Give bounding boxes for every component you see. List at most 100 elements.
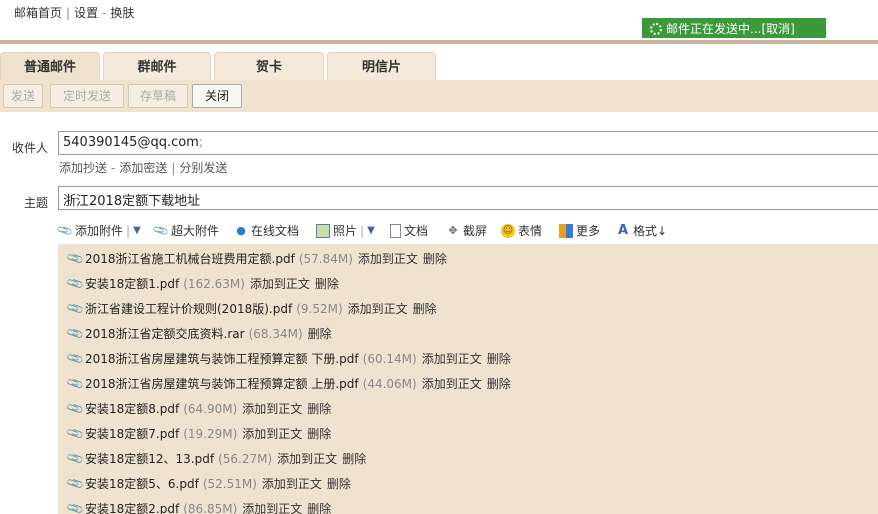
skin-link[interactable]: 换肤 xyxy=(110,6,134,20)
paperclip-icon: 📎 xyxy=(65,273,86,294)
more-button[interactable]: 更多 xyxy=(559,222,600,239)
add-attachment-button[interactable]: 📎 添加附件 | ▼ xyxy=(55,221,141,240)
delete-attachment-link[interactable]: 删除 xyxy=(327,477,351,491)
divider: | xyxy=(171,161,176,175)
tab-postcard[interactable]: 明信片 xyxy=(327,52,436,80)
paperclip-icon: 📎 xyxy=(151,221,170,240)
attachment-size: (56.27M) xyxy=(218,452,273,466)
cancel-send-link[interactable]: [取消] xyxy=(761,22,794,36)
chevron-down-icon[interactable]: ▼ xyxy=(133,225,141,236)
add-to-body-link[interactable]: 添加到正文 xyxy=(262,477,322,491)
attachment-name: 2018浙江省定额交底资料.rar xyxy=(85,327,245,341)
add-to-body-link[interactable]: 添加到正文 xyxy=(348,302,408,316)
recipient-field[interactable]: 540390145@qq.com; xyxy=(58,131,878,155)
attachment-name: 2018浙江省施工机械台班费用定额.pdf xyxy=(85,252,295,266)
add-cc-link[interactable]: 添加抄送 xyxy=(59,161,107,175)
add-attachment-label: 添加附件 xyxy=(75,224,124,238)
add-to-body-link[interactable]: 添加到正文 xyxy=(242,502,302,514)
share-icon: ● xyxy=(236,223,246,237)
attachment-size: (19.29M) xyxy=(183,427,238,441)
chevron-down-icon[interactable]: ▼ xyxy=(367,225,375,236)
delete-attachment-link[interactable]: 删除 xyxy=(307,402,331,416)
compose-toolbar: 发送 定时发送 存草稿 关闭 xyxy=(0,80,878,112)
recipient-value: 540390145@qq.com xyxy=(63,135,199,150)
font-format-icon: A xyxy=(617,222,629,238)
emoji-button[interactable]: ☺ 表情 xyxy=(501,222,542,239)
add-to-body-link[interactable]: 添加到正文 xyxy=(242,402,302,416)
tab-normal-mail[interactable]: 普通邮件 xyxy=(0,52,100,80)
more-label: 更多 xyxy=(576,224,601,238)
attachment-item: 📎浙江省建设工程计价规则(2018版).pdf (9.52M) 添加到正文 删除 xyxy=(58,297,437,322)
header-divider xyxy=(0,40,878,44)
add-to-body-link[interactable]: 添加到正文 xyxy=(422,377,482,391)
add-bcc-link[interactable]: 添加密送 xyxy=(119,161,167,175)
delete-attachment-link[interactable]: 删除 xyxy=(307,427,331,441)
screenshot-button[interactable]: ✥ 截屏 xyxy=(446,222,487,239)
attachment-size: (162.63M) xyxy=(183,277,245,291)
add-to-body-link[interactable]: 添加到正文 xyxy=(242,427,302,441)
divider: | xyxy=(66,6,71,20)
divider: - xyxy=(102,6,107,20)
recipient-separator: ; xyxy=(198,135,204,150)
attachment-item: 📎安装18定额2.pdf (86.85M) 添加到正文 删除 xyxy=(58,497,331,514)
delete-attachment-link[interactable]: 删除 xyxy=(487,352,511,366)
add-to-body-link[interactable]: 添加到正文 xyxy=(277,452,337,466)
attachment-name: 浙江省建设工程计价规则(2018版).pdf xyxy=(85,302,293,316)
attachment-item: 📎安装18定额1.pdf (162.63M) 添加到正文 删除 xyxy=(58,272,339,297)
attachment-size: (52.51M) xyxy=(202,477,257,491)
send-button[interactable]: 发送 xyxy=(3,84,43,108)
timed-send-button[interactable]: 定时发送 xyxy=(50,84,124,108)
crop-icon: ✥ xyxy=(448,223,458,237)
add-to-body-link[interactable]: 添加到正文 xyxy=(358,252,418,266)
photo-button[interactable]: 照片 | ▼ xyxy=(316,222,375,239)
settings-link[interactable]: 设置 xyxy=(74,6,98,20)
grid-icon xyxy=(559,223,573,238)
delete-attachment-link[interactable]: 删除 xyxy=(342,452,366,466)
paperclip-icon: 📎 xyxy=(55,221,74,240)
delete-attachment-link[interactable]: 删除 xyxy=(308,327,332,341)
attachment-size: (64.90M) xyxy=(183,402,238,416)
loading-spinner-icon xyxy=(650,23,662,35)
attachment-item: 📎2018浙江省施工机械台班费用定额.pdf (57.84M) 添加到正文 删除 xyxy=(58,247,447,272)
delete-attachment-link[interactable]: 删除 xyxy=(315,277,339,291)
smiley-icon: ☺ xyxy=(501,223,515,238)
attachment-name: 安装18定额1.pdf xyxy=(85,277,180,291)
delete-attachment-link[interactable]: 删除 xyxy=(307,502,331,514)
image-icon xyxy=(316,223,330,238)
sending-status-banner: 邮件正在发送中...[取消] xyxy=(642,18,826,38)
online-doc-button[interactable]: ● 在线文档 xyxy=(234,222,299,239)
divider: | xyxy=(360,223,365,238)
close-button[interactable]: 关闭 xyxy=(192,84,242,108)
tab-greeting-card[interactable]: 贺卡 xyxy=(214,52,324,80)
attachment-item: 📎安装18定额7.pdf (19.29M) 添加到正文 删除 xyxy=(58,422,331,447)
attachment-name: 安装18定额12、13.pdf xyxy=(85,452,215,466)
subject-input[interactable]: 浙江2018定额下载地址 xyxy=(58,186,878,210)
large-attachment-button[interactable]: 📎 超大附件 xyxy=(151,221,220,240)
delete-attachment-link[interactable]: 删除 xyxy=(423,252,447,266)
delete-attachment-link[interactable]: 删除 xyxy=(413,302,437,316)
add-to-body-link[interactable]: 添加到正文 xyxy=(250,277,310,291)
paperclip-icon: 📎 xyxy=(65,248,86,269)
paperclip-icon: 📎 xyxy=(65,398,86,419)
document-button[interactable]: 文档 xyxy=(390,222,428,239)
attachment-item: 📎2018浙江省定额交底资料.rar (68.34M) 删除 xyxy=(58,322,332,347)
large-attachment-label: 超大附件 xyxy=(171,224,220,238)
attachment-name: 2018浙江省房屋建筑与装饰工程预算定额 上册.pdf xyxy=(85,377,359,391)
attachment-size: (44.06M) xyxy=(362,377,417,391)
add-to-body-link[interactable]: 添加到正文 xyxy=(422,352,482,366)
save-draft-button[interactable]: 存草稿 xyxy=(128,84,188,108)
recipient-options: 添加抄送 - 添加密送 | 分别发送 xyxy=(59,159,227,176)
mail-home-link[interactable]: 邮箱首页 xyxy=(14,6,62,20)
subject-label: 主题 xyxy=(24,196,49,210)
tab-group-mail[interactable]: 群邮件 xyxy=(103,52,211,80)
screenshot-label: 截屏 xyxy=(463,224,488,238)
photo-label: 照片 xyxy=(333,224,358,238)
top-nav: 邮箱首页 | 设置 - 换肤 xyxy=(14,4,134,21)
format-label: 格式↓ xyxy=(633,224,668,238)
separate-send-link[interactable]: 分别发送 xyxy=(179,161,227,175)
delete-attachment-link[interactable]: 删除 xyxy=(487,377,511,391)
paperclip-icon: 📎 xyxy=(65,298,86,319)
format-button[interactable]: A 格式↓ xyxy=(616,222,667,239)
emoji-label: 表情 xyxy=(518,224,543,238)
attachment-size: (60.14M) xyxy=(362,352,417,366)
